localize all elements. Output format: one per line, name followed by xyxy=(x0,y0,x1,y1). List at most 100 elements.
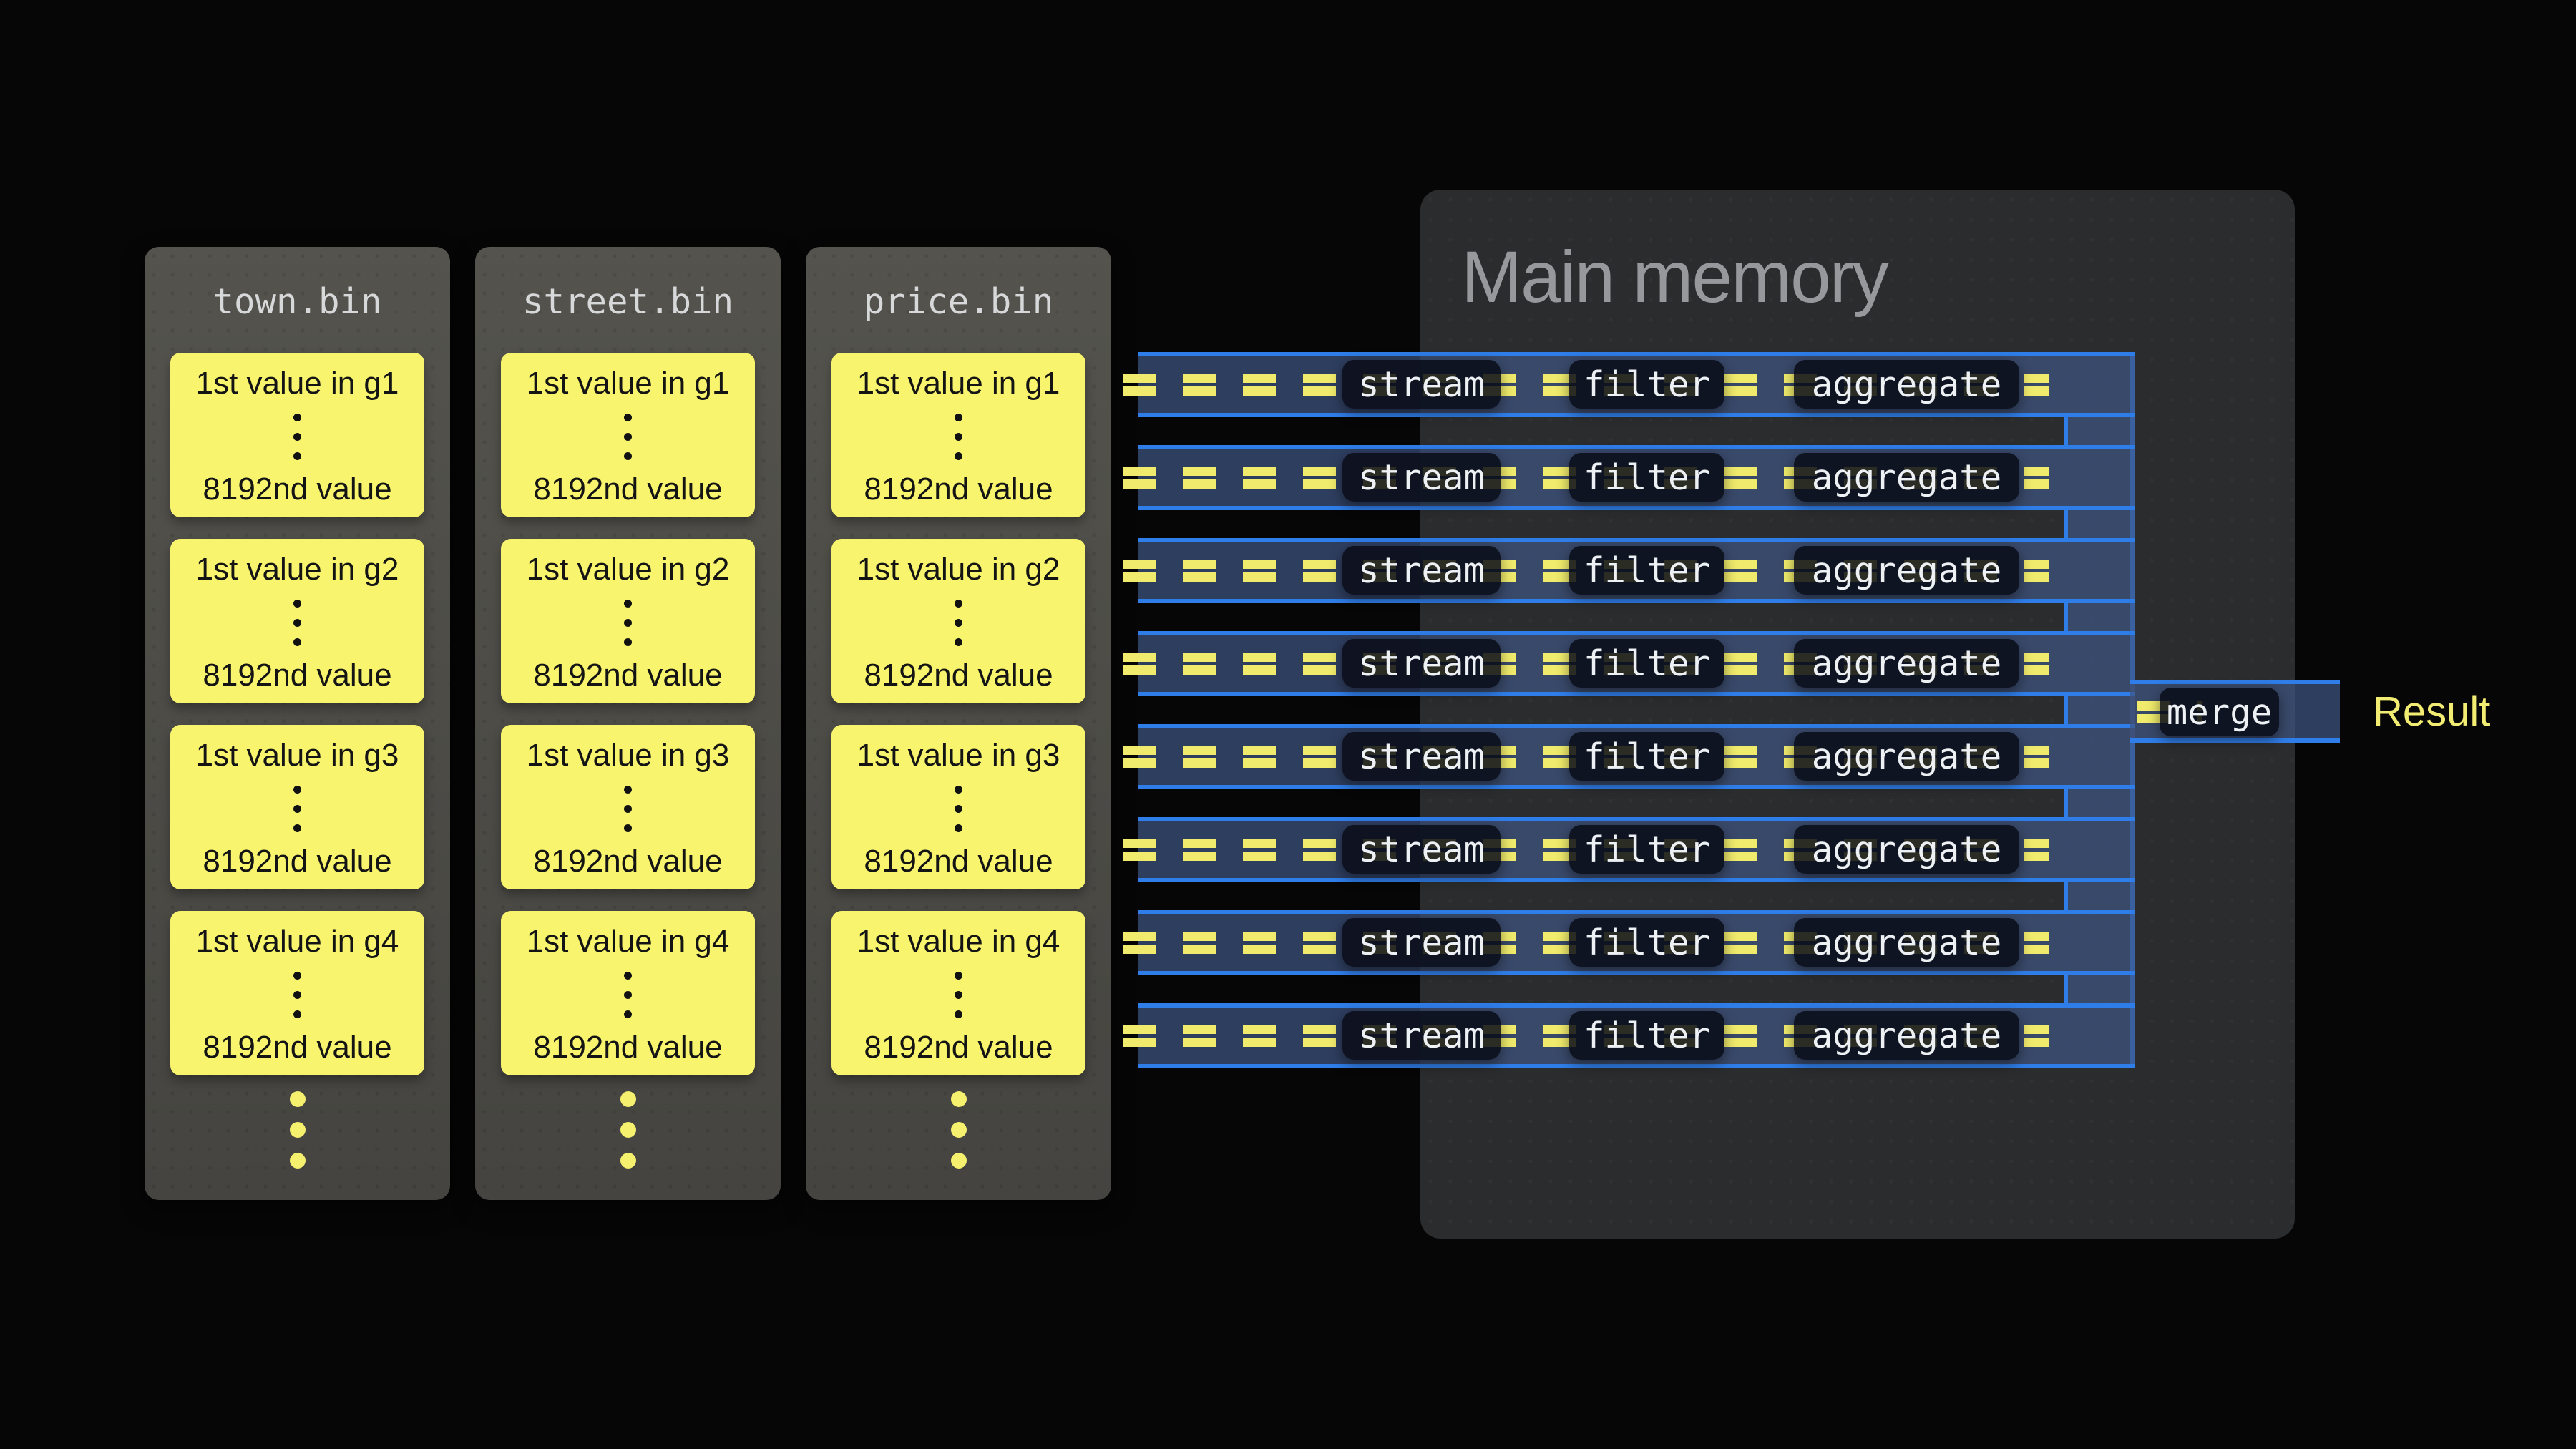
spine-gap-edge xyxy=(2064,789,2068,817)
ellipsis-dot xyxy=(293,972,301,980)
stage-chip-stream: stream xyxy=(1342,918,1501,967)
row-group-ellipsis-dots xyxy=(955,786,962,832)
stage-chip-aggregate: aggregate xyxy=(1794,360,2019,409)
row-group-ellipsis-dots xyxy=(955,414,962,460)
stage-chip-aggregate: aggregate xyxy=(1794,825,2019,874)
stage-chip-filter: filter xyxy=(1569,453,1724,502)
ellipsis-dot xyxy=(624,619,632,627)
ellipsis-dot xyxy=(624,991,632,999)
row-group-block-g2: 1st value in g28192nd value xyxy=(501,539,755,703)
stage-chip-stream: stream xyxy=(1342,546,1501,595)
row-group-block-g4: 1st value in g4 8192nd value xyxy=(170,911,424,1075)
row-group-block-g1: 1st value in g18192nd value xyxy=(501,353,755,517)
stage-chip-filter: filter xyxy=(1569,360,1724,409)
file-column-town.bin: town.bin1st value in g18192nd value1st v… xyxy=(145,247,450,1200)
spine-gap-fill xyxy=(2068,417,2135,445)
row-group-first-value-label: 1st value in g3 xyxy=(857,738,1060,773)
row-group-last-value-label: 8192nd value xyxy=(864,472,1053,507)
ellipsis-dot xyxy=(624,414,632,421)
ellipsis-dot xyxy=(955,824,962,832)
stage-chip-aggregate: aggregate xyxy=(1794,732,2019,781)
spine-gap-fill xyxy=(2068,975,2135,1003)
ellipsis-dot xyxy=(624,433,632,441)
row-group-last-value-label: 8192nd value xyxy=(864,844,1053,879)
stage-chip-aggregate: aggregate xyxy=(1794,918,2019,967)
row-group-ellipsis-dots xyxy=(624,600,632,646)
stage-chip-filter: filter xyxy=(1569,825,1724,874)
more-groups-dot xyxy=(290,1122,306,1138)
stage-chip-filter: filter xyxy=(1569,732,1724,781)
merge-operator-chip: merge xyxy=(2160,688,2279,736)
row-group-first-value-label: 1st value in g3 xyxy=(527,738,730,773)
row-group-block-g3: 1st value in g3 8192nd value xyxy=(831,725,1085,889)
row-group-last-value-label: 8192nd value xyxy=(533,1030,722,1065)
ellipsis-dot xyxy=(293,824,301,832)
row-group-first-value-label: 1st value in g1 xyxy=(857,366,1060,401)
stage-chip-filter: filter xyxy=(1569,918,1724,967)
ellipsis-dot xyxy=(624,600,632,608)
row-group-ellipsis-dots xyxy=(624,786,632,832)
row-group-first-value-label: 1st value in g1 xyxy=(196,366,399,401)
stage-chip-aggregate: aggregate xyxy=(1794,1011,2019,1060)
spine-gap-fill xyxy=(2068,789,2135,817)
more-groups-dot xyxy=(620,1091,636,1107)
ellipsis-dot xyxy=(624,824,632,832)
more-groups-dot xyxy=(620,1122,636,1138)
ellipsis-dot xyxy=(293,805,301,813)
row-group-last-value-label: 8192nd value xyxy=(864,658,1053,693)
stage-chip-aggregate: aggregate xyxy=(1794,639,2019,688)
row-group-first-value-label: 1st value in g2 xyxy=(527,552,730,587)
more-groups-dot xyxy=(951,1091,967,1107)
row-group-first-value-label: 1st value in g2 xyxy=(857,552,1060,587)
spine-gap-edge xyxy=(2064,696,2068,724)
row-group-last-value-label: 8192nd value xyxy=(203,658,391,693)
spine-gap-edge xyxy=(2064,882,2068,910)
ellipsis-dot xyxy=(293,452,301,460)
ellipsis-dot xyxy=(624,786,632,794)
row-group-last-value-label: 8192nd value xyxy=(533,844,722,879)
stage-chip-filter: filter xyxy=(1569,546,1724,595)
row-group-block-g1: 1st value in g1 8192nd value xyxy=(831,353,1085,517)
ellipsis-dot xyxy=(955,991,962,999)
stage-chip-filter: filter xyxy=(1569,1011,1724,1060)
row-group-ellipsis-dots xyxy=(955,972,962,1018)
more-groups-dot xyxy=(290,1091,306,1107)
row-group-ellipsis-dots xyxy=(293,786,301,832)
row-group-ellipsis-dots xyxy=(293,414,301,460)
row-group-last-value-label: 8192nd value xyxy=(203,1030,391,1065)
row-group-first-value-label: 1st value in g4 xyxy=(527,924,730,959)
row-group-ellipsis-dots xyxy=(293,972,301,1018)
row-group-block-g4: 1st value in g48192nd value xyxy=(831,911,1085,1075)
row-group-block-g3: 1st value in g3 8192nd value xyxy=(501,725,755,889)
spine-gap-fill xyxy=(2068,510,2135,538)
ellipsis-dot xyxy=(955,452,962,460)
ellipsis-dot xyxy=(293,433,301,441)
row-group-first-value-label: 1st value in g2 xyxy=(196,552,399,587)
file-column-street.bin: street.bin1st value in g18192nd value1st… xyxy=(475,247,781,1200)
ellipsis-dot xyxy=(624,805,632,813)
stage-chip-stream: stream xyxy=(1342,1011,1501,1060)
ellipsis-dot xyxy=(293,619,301,627)
more-groups-dot xyxy=(951,1122,967,1138)
file-column-header: town.bin xyxy=(145,284,450,319)
stage-chip-stream: stream xyxy=(1342,825,1501,874)
row-group-block-g1: 1st value in g18192nd value xyxy=(170,353,424,517)
stage-chip-stream: stream xyxy=(1342,360,1501,409)
ellipsis-dot xyxy=(955,638,962,646)
result-label: Result xyxy=(2373,691,2490,733)
stage-chip-stream: stream xyxy=(1342,639,1501,688)
stage-chip-aggregate: aggregate xyxy=(1794,546,2019,595)
row-group-last-value-label: 8192nd value xyxy=(533,472,722,507)
row-group-ellipsis-dots xyxy=(293,600,301,646)
ellipsis-dot xyxy=(955,1010,962,1018)
more-groups-ellipsis xyxy=(475,1091,781,1169)
ellipsis-dot xyxy=(624,452,632,460)
ellipsis-dot xyxy=(955,805,962,813)
stage-chip-stream: stream xyxy=(1342,732,1501,781)
more-groups-ellipsis xyxy=(145,1091,450,1169)
row-group-block-g4: 1st value in g4 8192nd value xyxy=(501,911,755,1075)
main-memory-title: Main memory xyxy=(1461,240,1888,313)
ellipsis-dot xyxy=(293,600,301,608)
row-group-first-value-label: 1st value in g4 xyxy=(196,924,399,959)
file-column-price.bin: price.bin1st value in g18192nd value1st … xyxy=(806,247,1111,1200)
